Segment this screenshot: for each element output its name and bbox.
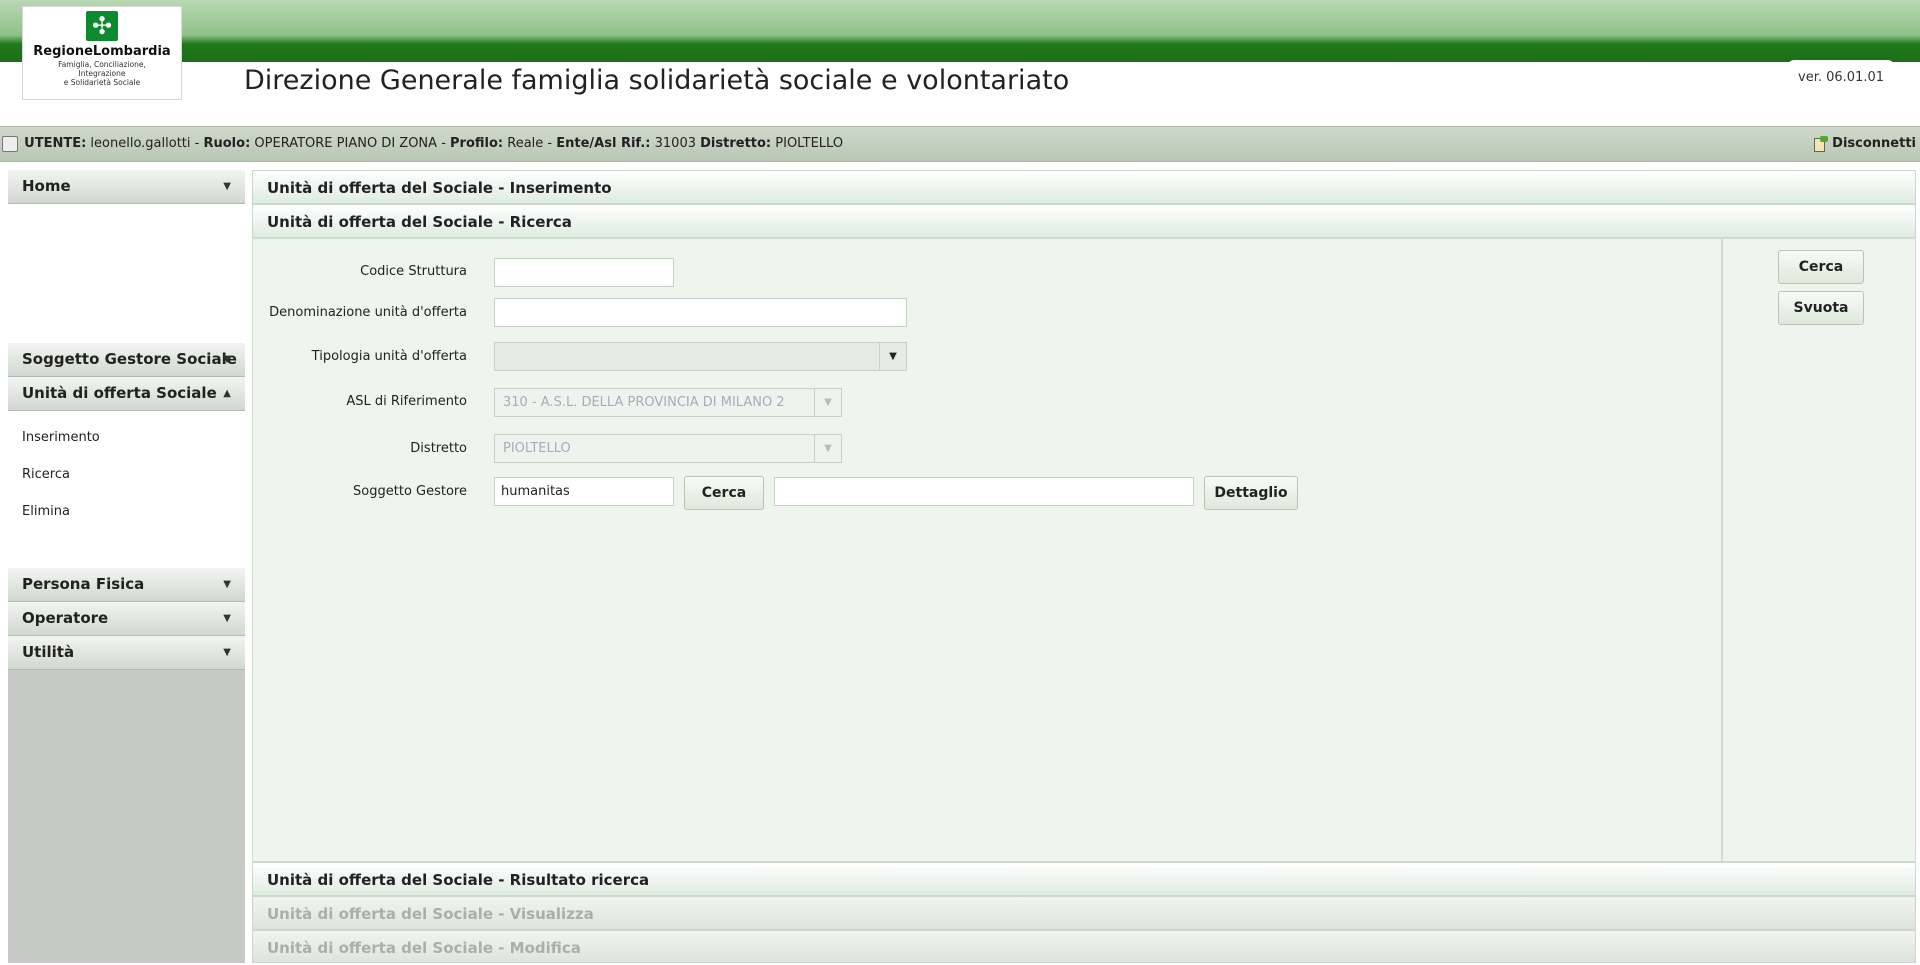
dettaglio-button[interactable]: Dettaglio: [1204, 476, 1298, 510]
regione-lombardia-logo: ✣ RegioneLombardia Famiglia, Conciliazio…: [22, 6, 182, 100]
distretto-label: Distretto: [410, 441, 467, 456]
sidebar-item-home[interactable]: Home ▼: [8, 170, 245, 204]
soggetto-gestore-input[interactable]: [494, 477, 674, 506]
chevron-down-icon: ▼: [814, 389, 841, 416]
app-title: Direzione Generale famiglia solidarietà …: [244, 65, 1070, 96]
section-risultato-ricerca[interactable]: Unità di offerta del Sociale - Risultato…: [252, 862, 1916, 896]
version-label: ver. 06.01.01: [1788, 60, 1894, 96]
codice-struttura-input[interactable]: [494, 258, 674, 287]
section-visualizza: Unità di offerta del Sociale - Visualizz…: [252, 896, 1916, 930]
chevron-down-icon: ▼: [223, 354, 231, 365]
codice-struttura-label: Codice Struttura: [360, 264, 467, 279]
denominazione-label: Denominazione unità d'offerta: [269, 305, 467, 320]
sidebar-item-unita-offerta[interactable]: Unità di offerta Sociale ▲: [8, 377, 245, 411]
lombardia-rose-icon: ✣: [86, 11, 118, 41]
sidebar-subitem-ricerca[interactable]: Ricerca: [8, 456, 245, 493]
sidebar-subitem-elimina[interactable]: Elimina: [8, 493, 245, 530]
tipologia-label: Tipologia unità d'offerta: [311, 349, 467, 364]
chevron-down-icon: ▼: [223, 613, 231, 624]
user-icon: [2, 135, 18, 152]
chevron-down-icon: ▼: [223, 181, 231, 192]
chevron-down-icon: ▼: [223, 579, 231, 590]
asl-label: ASL di Riferimento: [346, 394, 467, 409]
username: leonello.gallotti: [90, 136, 191, 151]
disconnect-link[interactable]: Disconnetti: [1812, 127, 1916, 161]
profile: Reale: [507, 136, 544, 151]
denominazione-input[interactable]: [494, 298, 907, 327]
sidebar-item-soggetto-gestore[interactable]: Soggetto Gestore Sociale ▼: [8, 343, 245, 377]
search-button[interactable]: Cerca: [1778, 250, 1864, 284]
sidebar-subitem-inserimento[interactable]: Inserimento: [8, 419, 245, 456]
logo-subtitle: Famiglia, Conciliazione, Integrazione e …: [58, 60, 146, 87]
section-inserimento[interactable]: Unità di offerta del Sociale - Inserimen…: [252, 170, 1916, 204]
district: PIOLTELLO: [775, 136, 844, 151]
asl-select: 310 - A.S.L. DELLA PROVINCIA DI MILANO 2…: [494, 388, 842, 417]
search-form-panel: [252, 238, 1722, 862]
sidebar-item-utilita[interactable]: Utilità ▼: [8, 636, 245, 670]
role: OPERATORE PIANO DI ZONA: [254, 136, 438, 151]
chevron-up-icon: ▲: [223, 388, 231, 399]
soggetto-gestore-description[interactable]: [774, 477, 1194, 506]
sidebar: Home ▼ Soggetto Gestore Sociale ▼ Unità di…: [8, 170, 245, 963]
header-bar: [0, 0, 1920, 62]
sidebar-item-persona-fisica[interactable]: Persona Fisica ▼: [8, 568, 245, 602]
sidebar-item-operatore[interactable]: Operatore ▼: [8, 602, 245, 636]
user-info: UTENTE: leonello.gallotti - Ruolo: OPERA…: [2, 127, 843, 161]
chevron-down-icon: ▼: [879, 343, 906, 370]
chevron-down-icon: ▼: [223, 647, 231, 658]
chevron-down-icon: ▼: [814, 435, 841, 462]
user-info-bar: UTENTE: leonello.gallotti - Ruolo: OPERA…: [0, 126, 1920, 162]
clear-button[interactable]: Svuota: [1778, 291, 1864, 325]
unita-submenu: Inserimento Ricerca Elimina: [8, 411, 245, 568]
logo-name: RegioneLombardia: [33, 44, 171, 59]
ente: 31003: [654, 136, 696, 151]
disconnect-icon: [1812, 135, 1829, 152]
soggetto-cerca-button[interactable]: Cerca: [684, 476, 764, 510]
tipologia-select[interactable]: ▼: [494, 342, 907, 371]
soggetto-gestore-label: Soggetto Gestore: [353, 484, 467, 499]
distretto-select: PIOLTELLO ▼: [494, 434, 842, 463]
section-ricerca[interactable]: Unità di offerta del Sociale - Ricerca: [252, 204, 1916, 238]
section-modifica: Unità di offerta del Sociale - Modifica: [252, 930, 1916, 963]
actions-panel: [1722, 238, 1916, 862]
